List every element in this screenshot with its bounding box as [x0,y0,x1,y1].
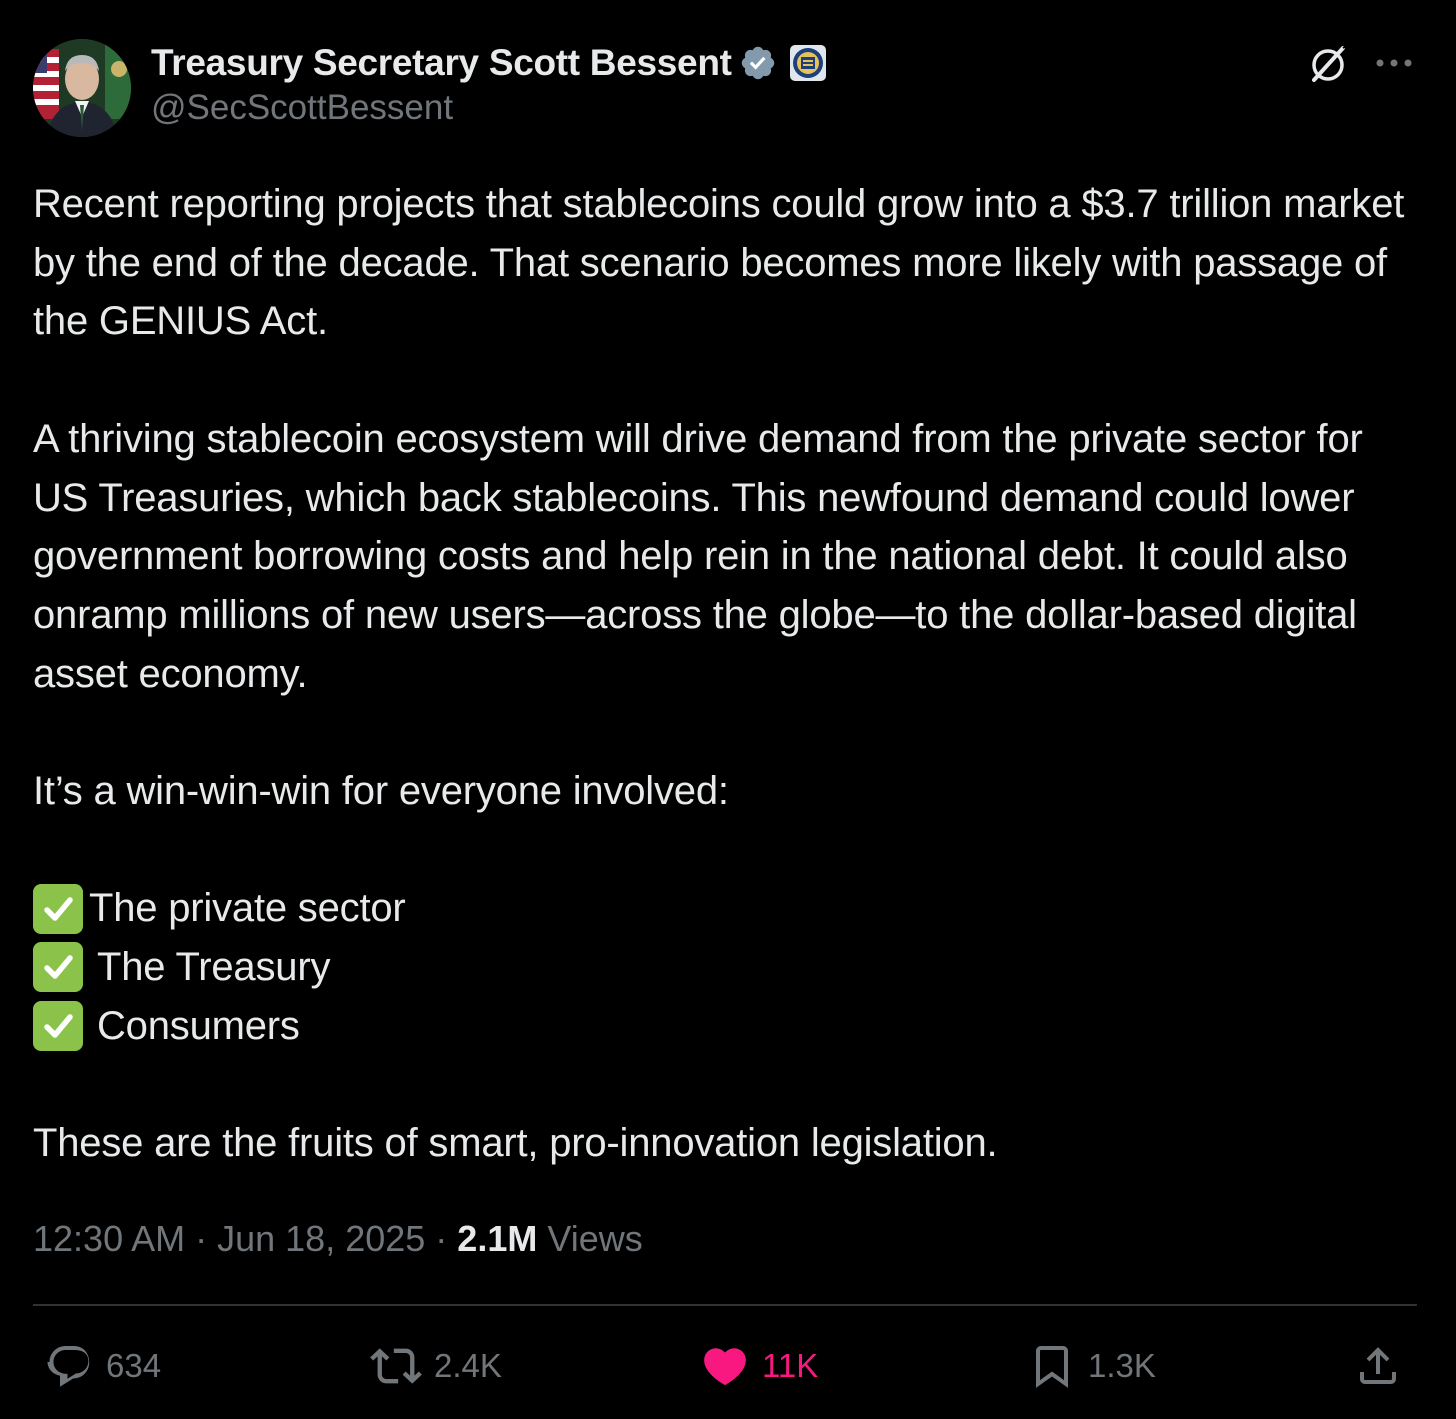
checklist-label: The private sector [89,886,406,931]
repost-button[interactable]: 2.4K [370,1336,502,1396]
paragraph-break [33,1055,1423,1114]
views-count[interactable]: 2.1M [457,1218,537,1260]
heart-icon [704,1348,746,1386]
verified-badge-icon[interactable] [739,44,777,82]
bookmark-button[interactable]: 1.3K [1028,1336,1156,1396]
paragraph-break [33,703,1423,762]
treasury-seal-icon[interactable] [789,44,827,82]
reply-icon [47,1346,90,1387]
check-mark-icon [33,883,83,934]
paragraph-break [33,351,1423,410]
tweet-text: Recent reporting projects that stablecoi… [33,175,1423,1173]
author-avatar[interactable] [33,39,131,137]
repost-count: 2.4K [434,1347,502,1384]
meta-separator: · [195,1218,208,1259]
views-label: Views [547,1218,643,1259]
share-icon [1360,1347,1396,1384]
author-handle[interactable]: @SecScottBessent [151,88,453,128]
like-count: 11K [762,1347,819,1384]
paragraph-break [33,821,1423,880]
tweet-paragraph: These are the fruits of smart, pro-innov… [33,1121,998,1166]
tweet-paragraph: Recent reporting projects that stablecoi… [33,182,1405,344]
author-display-name[interactable]: Treasury Secretary Scott Bessent [151,42,732,84]
checklist-label: Consumers [97,1003,300,1048]
tweet-paragraph: It’s a win-win-win for everyone involved… [33,769,729,813]
bookmark-count: 1.3K [1088,1347,1156,1384]
repost-icon [370,1348,422,1384]
check-mark-icon [33,942,83,993]
share-button[interactable] [1354,1336,1402,1396]
divider [33,1304,1417,1306]
checklist-item: Consumers [33,997,1423,1056]
tweet-date[interactable]: Jun 18, 2025 [217,1218,425,1260]
bookmark-icon [1036,1346,1068,1388]
meta-separator: · [435,1218,448,1259]
like-button[interactable]: 11K [700,1336,818,1396]
checklist-label: The Treasury [97,945,331,990]
reply-count: 634 [106,1347,162,1384]
tweet-meta: 12:30 AM · Jun 18, 2025 · 2.1M Views [33,1214,643,1264]
checklist-item: The Treasury [33,938,1423,997]
grok-icon[interactable] [1306,42,1350,86]
author-name-row: Treasury Secretary Scott Bessent [151,38,827,88]
tweet-paragraph: A thriving stablecoin ecosystem will dri… [33,416,1363,696]
reply-button[interactable]: 634 [46,1336,161,1396]
more-options-icon[interactable] [1374,48,1414,78]
tweet-card: Treasury Secretary Scott Bessent @SecSco… [0,0,1456,1419]
checklist-item: The private sector [33,879,1423,938]
tweet-time[interactable]: 12:30 AM [33,1218,185,1260]
check-mark-icon [33,1001,83,1052]
